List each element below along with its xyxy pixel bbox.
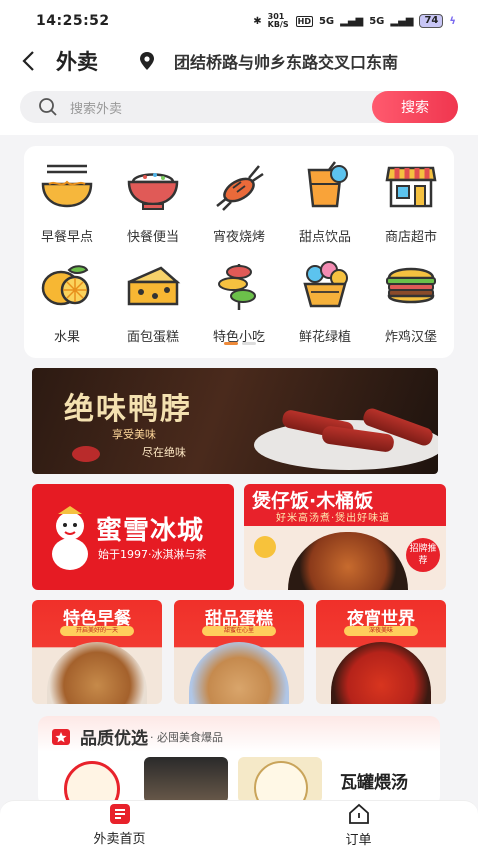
category-bakery[interactable]: 面包蛋糕 [110,260,196,360]
tab-label: 订单 [345,833,372,848]
takeout-home-icon [109,804,130,824]
claypot-image [288,532,408,590]
category-breakfast[interactable]: 早餐早点 [24,160,110,260]
category-store[interactable]: 商店超市 [368,160,454,260]
delivery-address[interactable]: 团结桥路与帅乡东路交叉口东南 [174,49,466,73]
signal-bars-icon-2: ▂▄▆ [390,15,414,27]
shop-thumb-drink[interactable] [144,757,228,803]
banner-title: 绝味鸭脖 [64,392,192,427]
category-label: 面包蛋糕 [126,330,179,345]
shop-row: 瓦罐煨汤 [38,757,440,803]
page-dot [242,342,256,345]
snowman-mascot-icon [52,506,88,570]
page-indicator [224,342,256,345]
search-button[interactable]: 搜索 [372,91,458,123]
category-flowers[interactable]: 鲜花绿植 [282,260,368,360]
shop-thumb-bear[interactable] [238,757,322,803]
banner-line2: 尽在绝味 [142,446,186,459]
noodle-bowl-icon [41,164,93,208]
flower-basket-icon [303,261,348,308]
promo-claypot-rice[interactable]: 煲仔饭·木桶饭 好米高汤煮·煲出好味道 招牌推荐 [244,484,446,590]
tab-label: 外卖首页 [93,832,146,847]
category-label: 鲜花绿植 [298,330,351,345]
category-fruit[interactable]: 水果 [24,260,110,360]
drink-icon [307,161,348,208]
cheese-cake-icon [127,266,181,306]
category-label: 早餐早点 [40,230,93,245]
banner-line1: 享受美味 [112,428,156,441]
bluetooth-icon: ✱ [253,15,262,27]
chili-image [72,446,100,462]
feature-tag: 甜蜜在心里 [202,626,276,636]
tab-orders[interactable]: 订单 [239,801,478,850]
signal-5g-icon-2: 5G [369,15,385,27]
signal-5g-icon: 5G [318,15,335,27]
burger-icon [386,267,436,304]
page-dot-active [224,342,238,345]
bear-logo-image [254,761,308,803]
store-icon [385,166,437,208]
location-pin-icon[interactable] [138,51,156,71]
crayfish-dish-image [331,642,431,704]
search-input[interactable]: 搜索外卖 搜索 [20,91,458,123]
feature-nightsnack-card[interactable]: 夜宵世界 深夜美味 [316,600,446,704]
search-icon [39,98,57,116]
claypot-header: 煲仔饭·木桶饭 好米高汤煮·煲出好味道 [244,484,446,526]
category-dessert-drink[interactable]: 甜点饮品 [282,160,368,260]
soup-shop-name: 瓦罐煨汤 [340,772,408,793]
quality-header: 品质优选 · 必囤美食爆品 [38,716,440,757]
promo-mixue[interactable]: 蜜雪冰城 始于1997·冰淇淋与茶 [32,484,234,590]
category-label: 炸鸡汉堡 [384,330,437,345]
feature-tag: 深夜美味 [344,626,418,636]
recommend-stamp: 招牌推荐 [406,538,440,572]
back-arrow-icon[interactable] [16,49,40,73]
tab-home[interactable]: 外卖首页 [0,801,239,850]
battery-icon: 74 [419,14,444,28]
network-speed: 301 KB/S [267,12,289,29]
quality-title: 品质优选 [80,729,148,749]
category-grid-card: 早餐早点 快餐便当 宵夜烧烤 甜点饮品 商店超市 水果 面包蛋糕 特色小吃 鲜花… [24,146,454,358]
noodle-dish-image [47,642,147,704]
star-badge-icon [52,728,70,745]
search-placeholder: 搜索外卖 [70,101,123,117]
status-time: 14:25:52 [36,13,110,29]
status-bar: 14:25:52 ✱ 301 KB/S HD 5G ▂▄▆ 5G ▂▄▆ 74 … [0,0,478,42]
category-fastfood[interactable]: 快餐便当 [110,160,196,260]
rice-bowl-icon [127,173,179,210]
category-snack[interactable]: 特色小吃 [196,260,282,360]
promo-banner-duck-neck[interactable]: 绝味鸭脖 享受美味 尽在绝味 [32,368,438,474]
feature-tag: 开启美好的一天 [60,626,134,636]
category-label: 水果 [53,330,80,345]
claypot-subtitle: 好米高汤煮·煲出好味道 [276,513,391,524]
mixue-slogan: 始于1997·冰淇淋与茶 [98,548,207,561]
top-bar: 外卖 团结桥路与帅乡东路交叉口东南 [0,42,478,80]
feature-dessert-card[interactable]: 甜品蛋糕 甜蜜在心里 [174,600,304,704]
signal-bars-icon: ▂▄▆ [340,15,364,27]
hd-icon: HD [295,15,313,27]
category-label: 甜点饮品 [298,230,351,245]
bottom-tab-bar: 外卖首页 订单 [0,800,478,850]
category-label: 快餐便当 [126,230,179,245]
quality-subtitle: · 必囤美食爆品 [150,730,223,744]
orders-house-icon [348,803,369,824]
cow-logo-image [64,761,120,803]
pancake-image [189,642,289,704]
category-label: 商店超市 [384,230,437,245]
shop-thumb-soup[interactable]: 瓦罐煨汤 [332,757,416,803]
page-title: 外卖 [56,50,98,74]
mixue-name: 蜜雪冰城 [96,516,205,546]
charging-icon: ϟ [449,15,456,27]
quality-picks-section: 品质优选 · 必囤美食爆品 瓦罐煨汤 [38,716,440,806]
shop-thumb-cow[interactable] [50,757,134,803]
emoji-sticker [254,536,276,558]
skewer-snack-icon [218,264,256,310]
status-icons: ✱ 301 KB/S HD 5G ▂▄▆ 5G ▂▄▆ 74 ϟ [253,13,456,29]
search-row: 搜索外卖 搜索 [0,80,478,135]
crayfish-icon [216,165,264,211]
category-burger[interactable]: 炸鸡汉堡 [368,260,454,360]
lemon-icon [41,265,90,306]
category-label: 宵夜烧烤 [212,230,265,245]
category-bbq[interactable]: 宵夜烧烤 [196,160,282,260]
feature-breakfast-card[interactable]: 特色早餐 开启美好的一天 [32,600,162,704]
